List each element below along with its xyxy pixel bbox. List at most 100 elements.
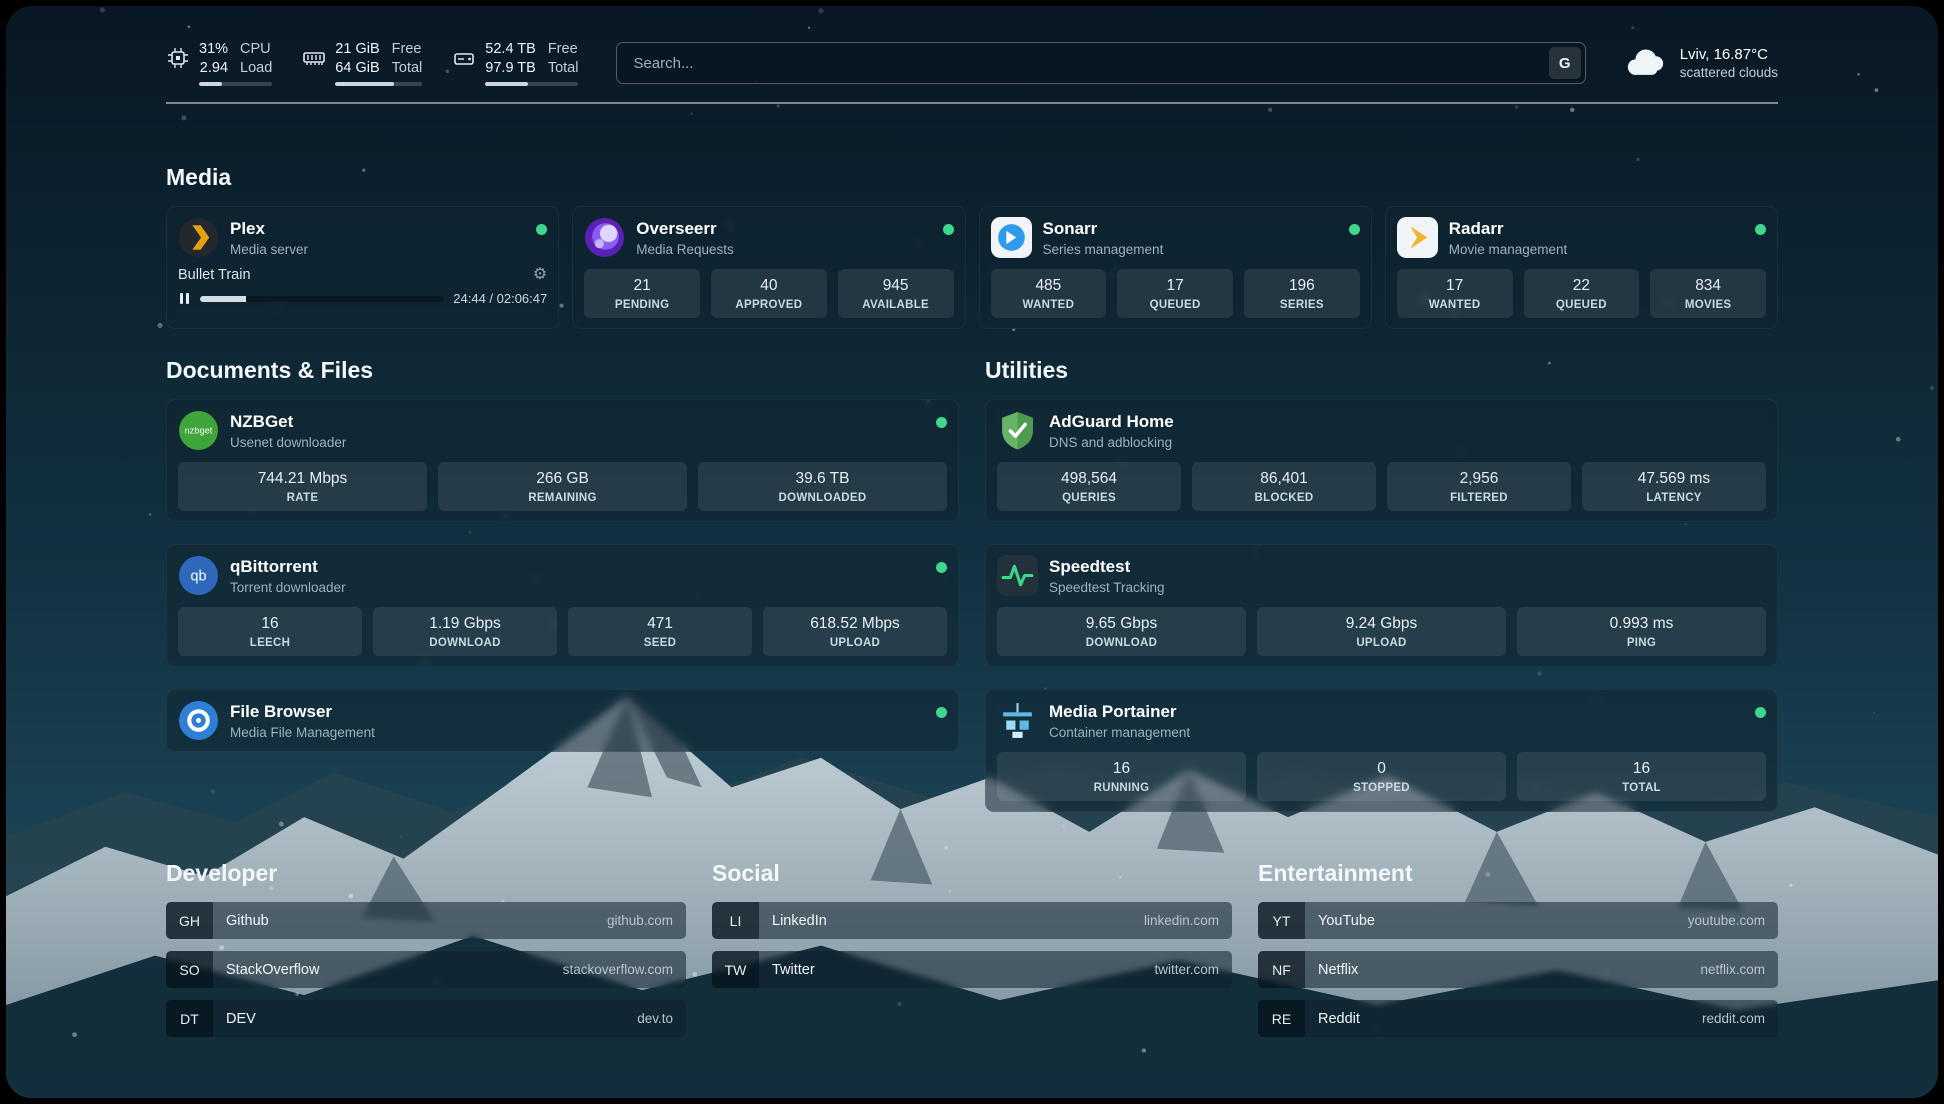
stat-value: 16: [1521, 760, 1762, 778]
status-dot-online: [1755, 224, 1766, 235]
cpu-usage-value: 31%: [199, 40, 228, 59]
service-card-radarr[interactable]: Radarr Movie management 17 WANTED 22 QUE…: [1385, 206, 1778, 329]
section-title-media: Media: [166, 164, 1778, 191]
service-card-speedtest[interactable]: Speedtest Speedtest Tracking 9.65 Gbps D…: [985, 544, 1778, 667]
stat-block: 16 LEECH: [178, 607, 362, 656]
weather-condition: scattered clouds: [1680, 65, 1778, 80]
bookmark-linkedin[interactable]: LI LinkedIn linkedin.com: [712, 902, 1232, 939]
stat-block: 498,564 QUERIES: [997, 462, 1181, 511]
service-description: Container management: [1049, 725, 1190, 740]
weather-text: Lviv, 16.87°C scattered clouds: [1680, 46, 1778, 80]
service-meta: Media Portainer Container management: [1049, 702, 1190, 740]
stat-label: APPROVED: [715, 299, 823, 311]
service-meta: NZBGet Usenet downloader: [230, 412, 346, 450]
stat-label: WANTED: [1401, 299, 1509, 311]
bookmark-youtube[interactable]: YT YouTube youtube.com: [1258, 902, 1778, 939]
disk-total-label: Total: [548, 59, 579, 78]
bookmark-abbr: GH: [166, 902, 213, 939]
bookmark-reddit[interactable]: RE Reddit reddit.com: [1258, 1000, 1778, 1037]
memory-readout: 21 GiB Free 64 GiB Total: [335, 40, 422, 86]
stat-label: REMAINING: [442, 492, 683, 504]
bookmark-url: twitter.com: [1154, 962, 1219, 977]
stat-value: 744.21 Mbps: [182, 470, 423, 488]
service-stats: 16 LEECH 1.19 Gbps DOWNLOAD 471 SEED: [178, 607, 947, 656]
cpu-icon: [166, 46, 190, 70]
bookmark-name: Netflix: [1318, 962, 1358, 978]
service-stats: 16 RUNNING 0 STOPPED 16 TOTAL: [997, 752, 1766, 801]
disk-widget: 52.4 TB Free 97.9 TB Total: [452, 40, 578, 86]
stat-label: PING: [1521, 637, 1762, 649]
bookmark-abbr: NF: [1258, 951, 1305, 988]
bookmark-name: Github: [226, 913, 269, 929]
service-name: Overseerr: [636, 219, 734, 239]
weather-widget: Lviv, 16.87°C scattered clouds: [1624, 46, 1778, 80]
memory-progress-fill: [335, 82, 393, 86]
stat-block: 2,956 FILTERED: [1387, 462, 1571, 511]
section-utilities: Utilities AdGuard Home DNS and adblockin…: [985, 357, 1778, 812]
memory-icon: [302, 46, 326, 70]
search-input[interactable]: [616, 42, 1585, 84]
status-dot-online: [1349, 224, 1360, 235]
bookmark-url: youtube.com: [1688, 913, 1765, 928]
status-dot-online: [936, 417, 947, 428]
service-card-plex[interactable]: Plex Media server Bullet Train ⚙ 24:44 /…: [166, 206, 559, 329]
stat-label: AVAILABLE: [842, 299, 950, 311]
settings-gear-icon[interactable]: ⚙: [533, 267, 547, 283]
radarr-icon: [1397, 217, 1438, 258]
bookmark-netflix[interactable]: NF Netflix netflix.com: [1258, 951, 1778, 988]
header-divider: [166, 102, 1778, 104]
cpu-widget: 31% CPU 2.94 Load: [166, 40, 272, 86]
cpu-load-label: Load: [240, 59, 272, 78]
service-card-adguard[interactable]: AdGuard Home DNS and adblocking 498,564 …: [985, 399, 1778, 522]
stat-value: 471: [572, 615, 748, 633]
service-description: Media File Management: [230, 725, 375, 740]
speedtest-icon: [997, 555, 1038, 596]
playback-time: 24:44 / 02:06:47: [453, 291, 547, 306]
service-card-qbittorrent[interactable]: qb qBittorrent Torrent downloader 16: [166, 544, 959, 667]
playback-progress-track[interactable]: [200, 296, 445, 302]
section-title-documents: Documents & Files: [166, 357, 959, 384]
stat-block: 9.24 Gbps UPLOAD: [1257, 607, 1506, 656]
stat-label: RUNNING: [1001, 782, 1242, 794]
search-provider-button[interactable]: G: [1549, 47, 1581, 79]
service-card-sonarr[interactable]: Sonarr Series management 485 WANTED 17 Q…: [979, 206, 1372, 329]
stat-value: 16: [1001, 760, 1242, 778]
bookmark-github[interactable]: GH Github github.com: [166, 902, 686, 939]
service-meta: qBittorrent Torrent downloader: [230, 557, 346, 595]
stat-value: 196: [1248, 277, 1356, 295]
disk-free-value: 52.4 TB: [485, 40, 536, 59]
cpu-label: CPU: [240, 40, 272, 59]
bookmark-name: YouTube: [1318, 913, 1375, 929]
status-dot-online: [936, 562, 947, 573]
stat-block: 21 PENDING: [584, 269, 700, 318]
weather-location: Lviv, 16.87°C: [1680, 46, 1778, 63]
service-card-filebrowser[interactable]: File Browser Media File Management: [166, 689, 959, 752]
service-card-overseerr[interactable]: Overseerr Media Requests 21 PENDING 40 A…: [572, 206, 965, 329]
service-card-portainer[interactable]: Media Portainer Container management 16 …: [985, 689, 1778, 812]
service-name: File Browser: [230, 702, 375, 722]
plex-icon: [178, 217, 219, 258]
service-card-nzbget[interactable]: nzbget NZBGet Usenet downloader 744.21 M…: [166, 399, 959, 522]
stat-block: 40 APPROVED: [711, 269, 827, 318]
service-meta: Overseerr Media Requests: [636, 219, 734, 257]
pause-button[interactable]: [178, 291, 191, 306]
service-stats: 498,564 QUERIES 86,401 BLOCKED 2,956 FIL…: [997, 462, 1766, 511]
bookmark-twitter[interactable]: TW Twitter twitter.com: [712, 951, 1232, 988]
bookmark-dev[interactable]: DT DEV dev.to: [166, 1000, 686, 1037]
section-title-utilities: Utilities: [985, 357, 1778, 384]
service-description: Speedtest Tracking: [1049, 580, 1165, 595]
service-stats: 9.65 Gbps DOWNLOAD 9.24 Gbps UPLOAD 0.99…: [997, 607, 1766, 656]
stat-value: 16: [182, 615, 358, 633]
stat-label: FILTERED: [1391, 492, 1567, 504]
memory-progress-track: [335, 82, 422, 86]
bookmark-group-developer: Developer GH Github github.com SO StackO…: [166, 860, 686, 1037]
stat-value: 485: [995, 277, 1103, 295]
bookmark-stackoverflow[interactable]: SO StackOverflow stackoverflow.com: [166, 951, 686, 988]
service-description: Usenet downloader: [230, 435, 346, 450]
filebrowser-icon: [178, 700, 219, 741]
memory-free-label: Free: [392, 40, 423, 59]
stat-label: BLOCKED: [1196, 492, 1372, 504]
bookmark-abbr: LI: [712, 902, 759, 939]
stat-label: DOWNLOADED: [702, 492, 943, 504]
bookmark-abbr: RE: [1258, 1000, 1305, 1037]
